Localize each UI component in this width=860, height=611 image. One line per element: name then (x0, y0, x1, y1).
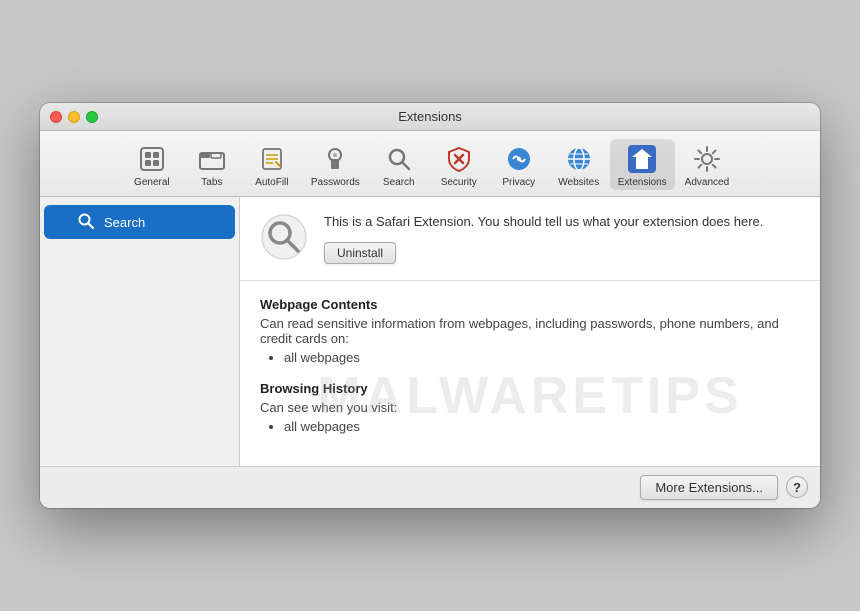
window-title: Extensions (398, 109, 462, 124)
checkmark-icon: ✓ (57, 217, 65, 228)
uninstall-button[interactable]: Uninstall (324, 242, 396, 264)
toolbar-item-autofill[interactable]: AutoFill (243, 139, 301, 190)
webpage-contents-item-0: all webpages (284, 350, 800, 365)
passwords-icon (319, 143, 351, 175)
extension-icon (260, 213, 308, 261)
content-area: ✓ Search (40, 197, 820, 465)
general-label: General (134, 177, 170, 188)
sidebar-item-label: Search (104, 215, 145, 230)
toolbar-item-extensions[interactable]: Extensions (610, 139, 675, 190)
search-label: Search (383, 177, 415, 188)
extensions-icon (626, 143, 658, 175)
minimize-button[interactable] (68, 111, 80, 123)
browsing-history-title: Browsing History (260, 381, 800, 396)
general-icon (136, 143, 168, 175)
security-icon (443, 143, 475, 175)
toolbar-items: General Tabs (123, 139, 737, 190)
traffic-lights (50, 111, 98, 123)
webpage-contents-title: Webpage Contents (260, 297, 800, 312)
tabs-icon (196, 143, 228, 175)
more-extensions-button[interactable]: More Extensions... (640, 475, 778, 500)
browsing-history-section: Browsing History Can see when you visit:… (260, 381, 800, 434)
main-window: Extensions General (40, 103, 820, 507)
security-label: Security (441, 177, 477, 188)
browsing-history-list: all webpages (260, 419, 800, 434)
extensions-label: Extensions (618, 177, 667, 188)
webpage-contents-desc: Can read sensitive information from webp… (260, 316, 800, 346)
sidebar-search-icon (76, 211, 96, 231)
toolbar: General Tabs (40, 131, 820, 197)
toolbar-item-tabs[interactable]: Tabs (183, 139, 241, 190)
privacy-label: Privacy (502, 177, 535, 188)
extension-checkbox[interactable]: ✓ (54, 215, 68, 229)
help-button[interactable]: ? (786, 476, 808, 498)
extension-info: This is a Safari Extension. You should t… (324, 213, 800, 263)
autofill-icon (256, 143, 288, 175)
toolbar-item-privacy[interactable]: Privacy (490, 139, 548, 190)
advanced-icon (691, 143, 723, 175)
extension-description: This is a Safari Extension. You should t… (324, 213, 800, 231)
websites-label: Websites (558, 177, 599, 188)
toolbar-item-passwords[interactable]: Passwords (303, 139, 368, 190)
permissions-section: Webpage Contents Can read sensitive info… (240, 281, 820, 466)
browsing-history-desc: Can see when you visit: (260, 400, 800, 415)
advanced-label: Advanced (685, 177, 729, 188)
toolbar-item-search[interactable]: Search (370, 139, 428, 190)
detail-panel: This is a Safari Extension. You should t… (240, 197, 820, 465)
search-icon (383, 143, 415, 175)
extension-header: This is a Safari Extension. You should t… (240, 197, 820, 280)
toolbar-item-general[interactable]: General (123, 139, 181, 190)
passwords-label: Passwords (311, 177, 360, 188)
tabs-label: Tabs (201, 177, 222, 188)
toolbar-item-websites[interactable]: Websites (550, 139, 608, 190)
sidebar: ✓ Search (40, 197, 240, 465)
toolbar-item-security[interactable]: Security (430, 139, 488, 190)
toolbar-item-advanced[interactable]: Advanced (677, 139, 737, 190)
privacy-icon (503, 143, 535, 175)
close-button[interactable] (50, 111, 62, 123)
browsing-history-item-0: all webpages (284, 419, 800, 434)
bottom-bar: More Extensions... ? (40, 466, 820, 508)
sidebar-item-search-ext[interactable]: ✓ Search (44, 205, 235, 239)
websites-icon (563, 143, 595, 175)
titlebar: Extensions (40, 103, 820, 131)
autofill-label: AutoFill (255, 177, 288, 188)
maximize-button[interactable] (86, 111, 98, 123)
webpage-contents-list: all webpages (260, 350, 800, 365)
webpage-contents-section: Webpage Contents Can read sensitive info… (260, 297, 800, 365)
